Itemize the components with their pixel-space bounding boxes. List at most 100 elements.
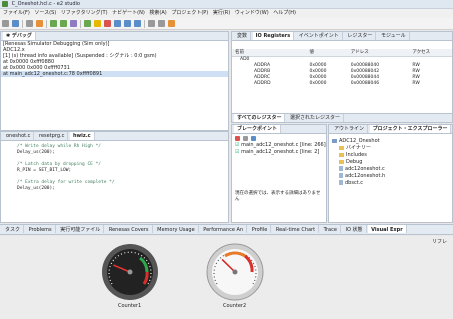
menu-bar: ファイル(F) ソース(S) リファクタリング(T) ナビゲート(N) 検索(A…: [0, 9, 453, 18]
code-line[interactable]: Delay_us(200);: [1, 186, 228, 192]
reset-icon[interactable]: [148, 20, 155, 27]
visual-expression-canvas: リフレ Counter1 Counter2: [0, 236, 453, 319]
breakpoint-item[interactable]: ☑ main_adc12_oneshot.c [line: 266]: [232, 142, 326, 149]
tab-oneshot-c[interactable]: oneshot.c: [3, 132, 35, 140]
tree-root[interactable]: ADC12_Oneshot: [329, 138, 452, 145]
tab-realtime-chart[interactable]: Real-time Chart: [273, 225, 320, 233]
perspective-icon[interactable]: [168, 20, 175, 27]
tree-item-label: adc12oneshot.c: [345, 166, 385, 172]
tab-variables[interactable]: 変数: [234, 32, 252, 40]
tree-item[interactable]: バイナリー: [329, 145, 452, 152]
column-header[interactable]: 値: [306, 49, 348, 57]
tree-item-label: dbsct.c: [345, 180, 364, 186]
tab-visual-expression[interactable]: Visual Expr: [368, 225, 407, 233]
project-explorer: アウトライン プロジェクト・エクスプローラー ADC12_Oneshot バイナ…: [328, 124, 453, 223]
gauge-label-counter1: Counter1: [118, 303, 142, 309]
tab-registers[interactable]: レジスター: [344, 32, 377, 40]
menu-refactor[interactable]: リファクタリング(T): [61, 10, 108, 16]
tab-tasks[interactable]: タスク: [2, 225, 25, 233]
file-icon: [339, 166, 343, 171]
register-access: RW: [412, 80, 420, 86]
tree-item[interactable]: Debug: [329, 159, 452, 166]
gauge-label-counter2: Counter2: [223, 303, 247, 309]
menu-help[interactable]: ヘルプ(H): [273, 10, 296, 16]
remove-icon[interactable]: [235, 135, 240, 141]
tab-breakpoints[interactable]: ブレークポイント: [234, 125, 282, 133]
tab-renesas-covers[interactable]: Renesas Covers: [106, 225, 153, 233]
menu-run[interactable]: 実行(R): [213, 10, 230, 16]
menu-source[interactable]: ソース(S): [34, 10, 56, 16]
run-icon[interactable]: [60, 20, 67, 27]
tab-io-status[interactable]: IO 状態: [343, 225, 367, 233]
tab-debug[interactable]: ✱ デバッグ: [3, 32, 36, 40]
breakpoint-label: main_adc12_oneshot.c [line: 266]: [241, 142, 326, 148]
tree-item[interactable]: adc12oneshot.c: [329, 166, 452, 173]
tab-performance[interactable]: Performance An: [200, 225, 248, 233]
file-icon: [339, 173, 343, 178]
tab-eventpoints[interactable]: イベントポイント: [296, 32, 343, 40]
column-header[interactable]: アクセス: [409, 49, 452, 57]
tree-item-label: Includes: [346, 152, 367, 158]
suspend-icon[interactable]: [94, 20, 101, 27]
menu-window[interactable]: ウィンドウ(W): [235, 10, 269, 16]
tab-outline[interactable]: アウトライン: [331, 125, 369, 133]
tab-project-explorer[interactable]: プロジェクト・エクスプローラー: [369, 125, 452, 133]
table-row[interactable]: ADDRD 0x0000 0x00088046 RW: [232, 80, 452, 86]
step-into-icon[interactable]: [114, 20, 121, 27]
registers-tabstrip: 変数 IO Registers イベントポイント レジスター モジュール: [232, 32, 452, 41]
step-over-icon[interactable]: [124, 20, 131, 27]
register-name: ADDRD: [254, 80, 271, 86]
tree-item[interactable]: dbsct.c: [329, 180, 452, 187]
resume-icon[interactable]: [84, 20, 91, 27]
menu-search[interactable]: 検索(A): [149, 10, 166, 16]
editor-tabstrip: oneshot.c resetprg.c hwiz.c: [1, 132, 228, 141]
remove-all-icon[interactable]: [243, 135, 248, 141]
tab-selected-registers[interactable]: 選択されたレジスター: [287, 114, 345, 122]
tab-profile[interactable]: Profile: [249, 225, 272, 233]
tab-problems[interactable]: Problems: [26, 225, 56, 233]
tree-item[interactable]: Includes: [329, 152, 452, 159]
debug-line[interactable]: at main_adc12_oneshot.c:78 0xffff0891: [1, 71, 228, 77]
gauge-counter1[interactable]: [100, 242, 160, 302]
register-address: 0x00088046: [350, 80, 380, 86]
menu-navigate[interactable]: ナビゲート(N): [112, 10, 145, 16]
tab-io-registers[interactable]: IO Registers: [252, 32, 295, 40]
project-name: ADC12_Oneshot: [339, 138, 380, 144]
tree-item-label: Debug: [346, 159, 363, 165]
tab-executables[interactable]: 実行可能ファイル: [57, 225, 105, 233]
menu-file[interactable]: ファイル(F): [3, 10, 30, 16]
tab-trace[interactable]: Trace: [321, 225, 341, 233]
title-bar: C_Oneshot.hcl.c - e2 studio: [0, 0, 453, 9]
gauge-counter2[interactable]: [205, 242, 265, 302]
tab-resetprg-c[interactable]: resetprg.c: [36, 132, 69, 140]
tree-item[interactable]: adc12oneshot.h: [329, 173, 452, 180]
bottom-tabstrip: タスク Problems 実行可能ファイル Renesas Covers Mem…: [0, 224, 453, 235]
search-icon[interactable]: [158, 20, 165, 27]
refresh-label[interactable]: リフレ: [432, 238, 447, 245]
external-tools-icon[interactable]: [70, 20, 77, 27]
link-icon[interactable]: [251, 135, 256, 141]
column-header[interactable]: 名前: [232, 49, 307, 57]
save-icon[interactable]: [12, 20, 19, 27]
tree-item-label: adc12oneshot.h: [345, 173, 386, 179]
menu-project[interactable]: プロジェクト(P): [171, 10, 208, 16]
breakpoints-toolbar: [232, 134, 326, 142]
hammer-icon[interactable]: [36, 20, 43, 27]
breakpoint-detail-note: 現在の選択では、表示する詳細はありません: [235, 191, 321, 202]
build-icon[interactable]: [26, 20, 33, 27]
tab-hwiz-c[interactable]: hwiz.c: [69, 132, 95, 140]
debug-view: ✱ デバッグ [Renesas Simulator Debugging (Sim…: [0, 31, 229, 131]
column-header[interactable]: アドレス: [347, 49, 410, 57]
breakpoint-item[interactable]: ☑ main_adc12_oneshot.c [line: 2]: [232, 149, 326, 156]
debug-icon[interactable]: [50, 20, 57, 27]
tab-memory-usage[interactable]: Memory Usage: [154, 225, 199, 233]
toolbar: [0, 18, 453, 30]
breakpoints-view: ブレークポイント ☑ main_adc12_oneshot.c [line: 2…: [231, 124, 327, 223]
new-icon[interactable]: [2, 20, 9, 27]
terminate-icon[interactable]: [104, 20, 111, 27]
explorer-tabstrip: アウトライン プロジェクト・エクスプローラー: [329, 125, 452, 134]
step-return-icon[interactable]: [134, 20, 141, 27]
file-icon: [339, 180, 343, 185]
tab-all-registers[interactable]: すべてのレジスター: [234, 114, 286, 122]
tab-modules[interactable]: モジュール: [378, 32, 410, 40]
